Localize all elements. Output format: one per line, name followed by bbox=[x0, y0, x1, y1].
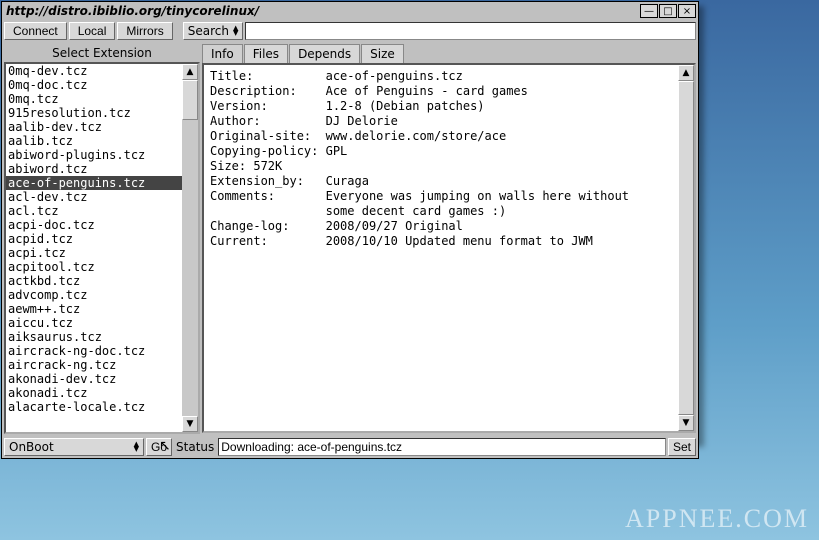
tabs: InfoFilesDependsSize bbox=[202, 44, 696, 63]
info-scroll-down[interactable]: ▼ bbox=[678, 415, 694, 431]
maximize-button[interactable]: □ bbox=[659, 4, 677, 18]
list-item[interactable]: ace-of-penguins.tcz bbox=[6, 176, 182, 190]
status-field bbox=[218, 438, 666, 456]
list-item[interactable]: acpi.tcz bbox=[6, 246, 182, 260]
search-label: Search bbox=[188, 24, 229, 38]
tab-size[interactable]: Size bbox=[361, 44, 404, 63]
list-item[interactable]: akonadi.tcz bbox=[6, 386, 182, 400]
list-item[interactable]: abiword.tcz bbox=[6, 162, 182, 176]
titlebar: http://distro.ibiblio.org/tinycorelinux/… bbox=[2, 2, 698, 20]
list-item[interactable]: aiccu.tcz bbox=[6, 316, 182, 330]
list-item[interactable]: acpi-doc.tcz bbox=[6, 218, 182, 232]
toolbar: Connect Local Mirrors Search ▲▼ bbox=[2, 20, 698, 42]
bottom-bar: OnBoot ▲▼ Go Status Set bbox=[2, 436, 698, 458]
list-item[interactable]: akonadi-dev.tcz bbox=[6, 372, 182, 386]
extension-list-container: 0mq-dev.tcz0mq-doc.tcz0mq.tcz915resoluti… bbox=[4, 62, 200, 434]
list-item[interactable]: aalib-dev.tcz bbox=[6, 120, 182, 134]
status-label: Status bbox=[174, 440, 216, 454]
info-scroll-track[interactable] bbox=[678, 81, 694, 415]
list-item[interactable]: aiksaurus.tcz bbox=[6, 330, 182, 344]
list-item[interactable]: alacarte-locale.tcz bbox=[6, 400, 182, 414]
main-area: Select Extension 0mq-dev.tcz0mq-doc.tcz0… bbox=[2, 42, 698, 436]
mode-label: OnBoot bbox=[9, 440, 54, 454]
list-item[interactable]: aircrack-ng-doc.tcz bbox=[6, 344, 182, 358]
list-item[interactable]: 915resolution.tcz bbox=[6, 106, 182, 120]
list-item[interactable]: 0mq-dev.tcz bbox=[6, 64, 182, 78]
mode-dropdown[interactable]: OnBoot ▲▼ bbox=[4, 438, 144, 456]
tab-depends[interactable]: Depends bbox=[289, 44, 360, 63]
info-scroll-thumb[interactable] bbox=[678, 81, 694, 415]
scroll-thumb[interactable] bbox=[182, 80, 198, 120]
list-item[interactable]: aalib.tcz bbox=[6, 134, 182, 148]
scroll-up-button[interactable]: ▲ bbox=[182, 64, 198, 80]
scroll-down-button[interactable]: ▼ bbox=[182, 416, 198, 432]
list-item[interactable]: aewm++.tcz bbox=[6, 302, 182, 316]
list-item[interactable]: 0mq-doc.tcz bbox=[6, 78, 182, 92]
left-header: Select Extension bbox=[4, 44, 200, 62]
list-item[interactable]: acl.tcz bbox=[6, 204, 182, 218]
info-panel: Title: ace-of-penguins.tcz Description: … bbox=[202, 63, 696, 433]
info-content: Title: ace-of-penguins.tcz Description: … bbox=[204, 65, 678, 431]
search-input[interactable] bbox=[245, 22, 696, 40]
tab-files[interactable]: Files bbox=[244, 44, 288, 63]
list-item[interactable]: acpitool.tcz bbox=[6, 260, 182, 274]
spinner-icon: ▲▼ bbox=[233, 26, 238, 36]
go-button[interactable]: Go bbox=[146, 438, 172, 456]
minimize-button[interactable]: — bbox=[640, 4, 658, 18]
tab-info[interactable]: Info bbox=[202, 44, 243, 63]
list-item[interactable]: acl-dev.tcz bbox=[6, 190, 182, 204]
list-item[interactable]: aircrack-ng.tcz bbox=[6, 358, 182, 372]
connect-button[interactable]: Connect bbox=[4, 22, 67, 40]
list-item[interactable]: acpid.tcz bbox=[6, 232, 182, 246]
list-item[interactable]: 0mq.tcz bbox=[6, 92, 182, 106]
left-pane: Select Extension 0mq-dev.tcz0mq-doc.tcz0… bbox=[4, 44, 200, 434]
app-window: http://distro.ibiblio.org/tinycorelinux/… bbox=[1, 1, 699, 459]
scrollbar[interactable]: ▲ ▼ bbox=[182, 64, 198, 432]
list-item[interactable]: abiword-plugins.tcz bbox=[6, 148, 182, 162]
info-scrollbar[interactable]: ▲ ▼ bbox=[678, 65, 694, 431]
right-pane: InfoFilesDependsSize Title: ace-of-pengu… bbox=[202, 44, 696, 434]
mirrors-button[interactable]: Mirrors bbox=[117, 22, 172, 40]
scroll-track[interactable] bbox=[182, 80, 198, 416]
list-item[interactable]: advcomp.tcz bbox=[6, 288, 182, 302]
extension-list[interactable]: 0mq-dev.tcz0mq-doc.tcz0mq.tcz915resoluti… bbox=[6, 64, 182, 432]
set-button[interactable]: Set bbox=[668, 438, 696, 456]
list-item[interactable]: actkbd.tcz bbox=[6, 274, 182, 288]
info-scroll-up[interactable]: ▲ bbox=[678, 65, 694, 81]
close-button[interactable]: × bbox=[678, 4, 696, 18]
watermark: APPNEE.COM bbox=[625, 504, 809, 534]
local-button[interactable]: Local bbox=[69, 22, 116, 40]
search-dropdown[interactable]: Search ▲▼ bbox=[183, 22, 244, 40]
window-title: http://distro.ibiblio.org/tinycorelinux/ bbox=[4, 4, 639, 18]
spinner-icon: ▲▼ bbox=[134, 442, 139, 452]
